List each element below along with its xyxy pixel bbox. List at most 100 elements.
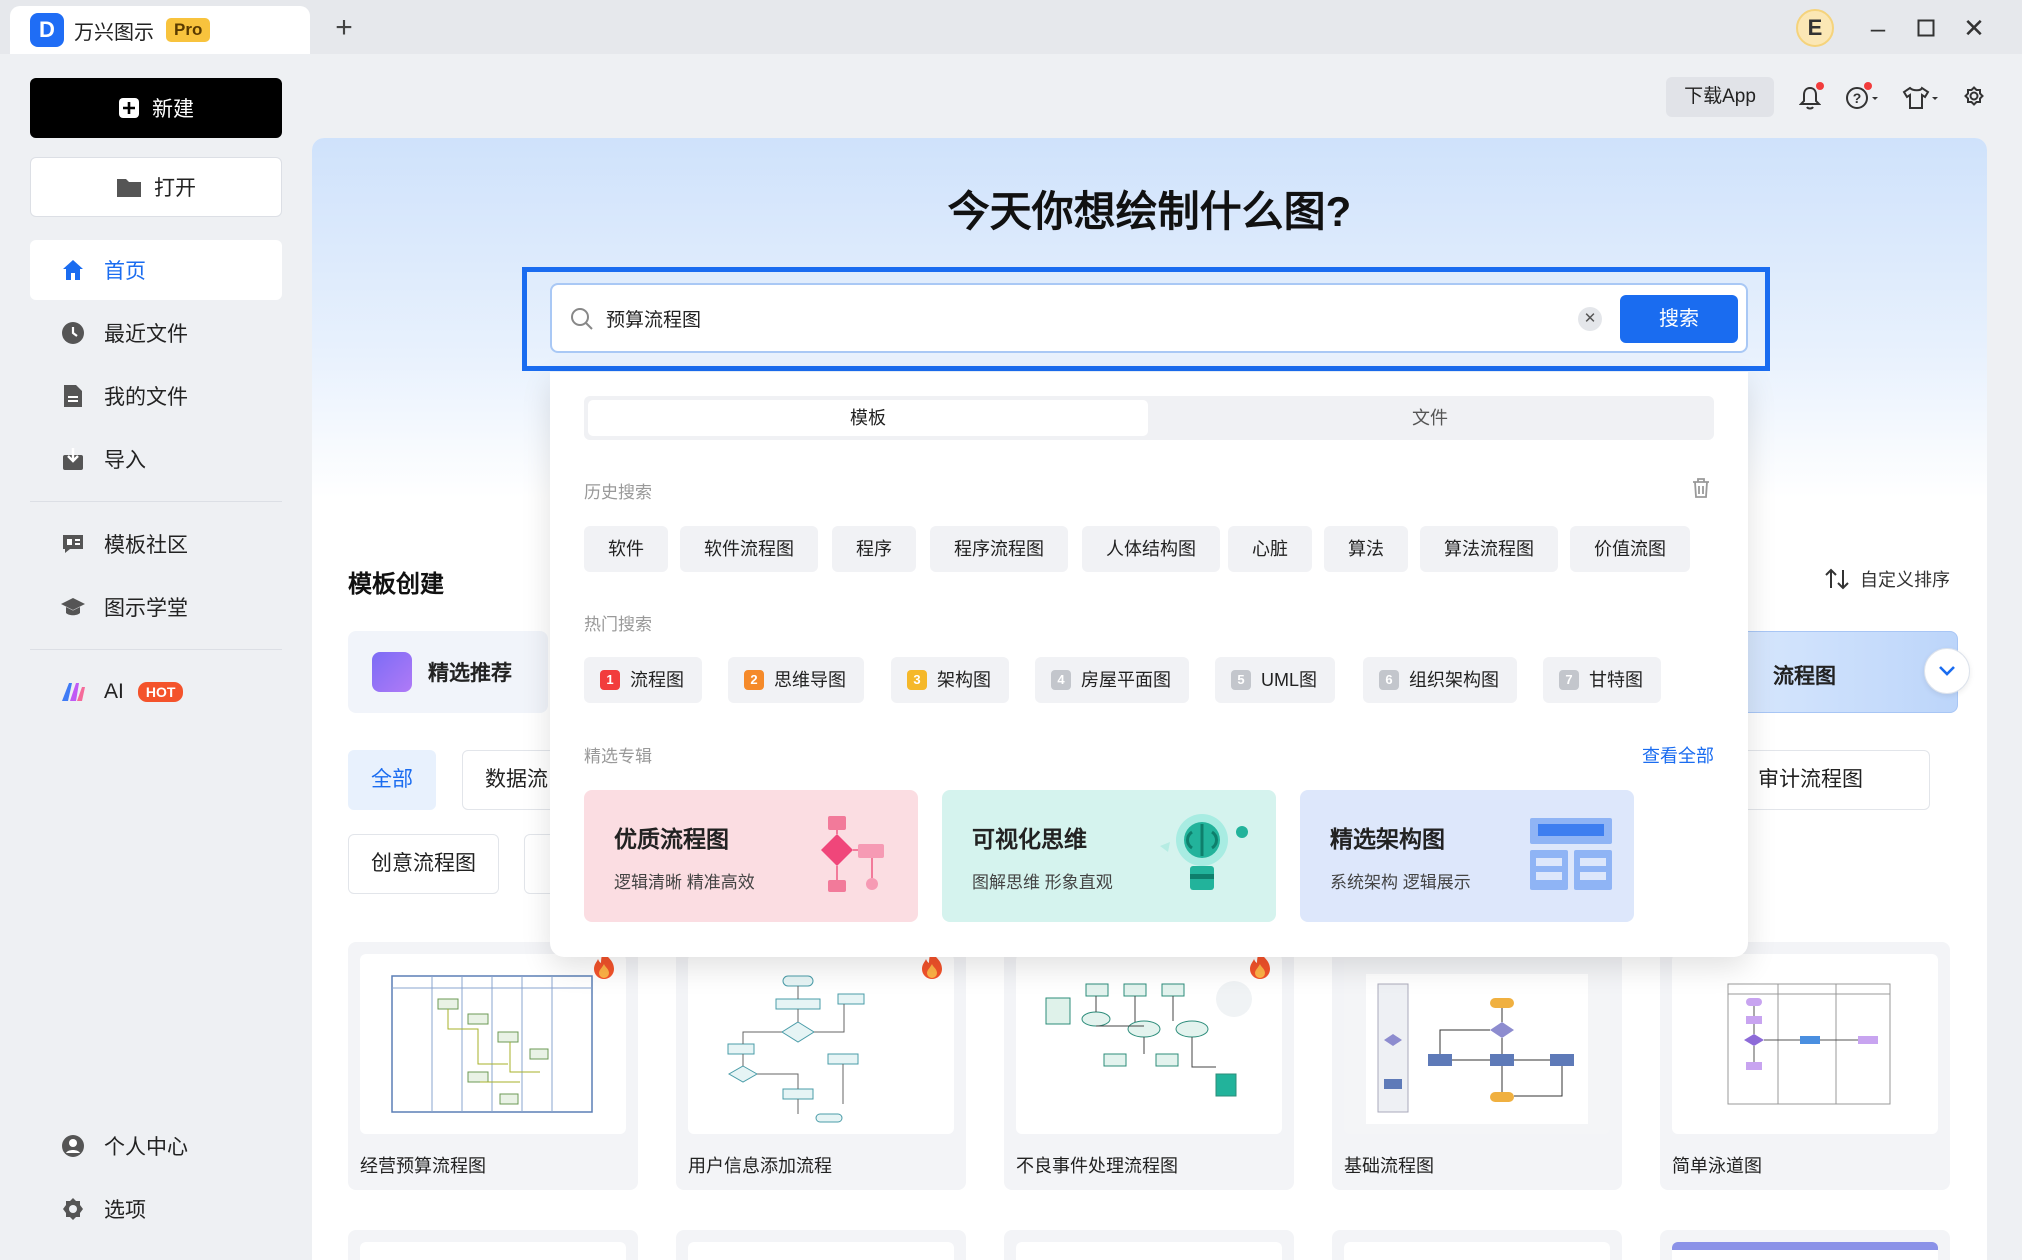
- sidebar-item-my-files[interactable]: 我的文件: [30, 366, 282, 426]
- featured-recommend-card[interactable]: 精选推荐: [348, 631, 548, 713]
- gear-icon: [60, 1196, 86, 1222]
- sidebar-divider: [30, 649, 282, 650]
- search-icon: [571, 308, 593, 330]
- sidebar-item-label: 最近文件: [104, 323, 188, 346]
- new-button-label: 新建: [152, 98, 194, 121]
- template-thumbnail: [1672, 954, 1938, 1134]
- hot-search-chip[interactable]: 5 UML图: [1215, 657, 1336, 703]
- close-button[interactable]: ✕: [1954, 10, 1994, 46]
- expand-categories-button[interactable]: [1924, 648, 1970, 694]
- template-card[interactable]: 用户信息添加流程: [676, 942, 966, 1190]
- tab-files[interactable]: 文件: [1150, 400, 1710, 436]
- minimize-button[interactable]: –: [1858, 10, 1898, 46]
- sidebar-item-label: 我的文件: [104, 386, 188, 409]
- hot-search-label-text: 思维导图: [774, 670, 846, 690]
- sidebar-item-academy[interactable]: 图示学堂: [30, 577, 282, 637]
- history-chip[interactable]: 程序流程图: [930, 526, 1068, 572]
- album-card-architecture[interactable]: 精选架构图 系统架构 逻辑展示: [1300, 790, 1634, 922]
- hot-search-chip[interactable]: 1 流程图: [584, 657, 702, 703]
- template-card[interactable]: 简单泳道图: [1660, 942, 1950, 1190]
- filter-chip-audit[interactable]: 审计流程图: [1722, 750, 1930, 810]
- help-button[interactable]: ?: [1840, 80, 1886, 116]
- maximize-button[interactable]: [1906, 10, 1946, 46]
- template-thumbnail: [360, 954, 626, 1134]
- pro-badge: Pro: [166, 18, 211, 42]
- sidebar-item-ai[interactable]: AI HOT: [30, 662, 282, 722]
- album-subtitle: 逻辑清晰 精准高效: [614, 873, 755, 892]
- template-name: 经营预算流程图: [360, 1156, 486, 1176]
- avatar[interactable]: E: [1796, 9, 1834, 47]
- skin-button[interactable]: [1898, 80, 1944, 116]
- clock-icon: [60, 320, 86, 346]
- sidebar-item-home[interactable]: 首页: [30, 240, 282, 300]
- history-chip[interactable]: 软件流程图: [680, 526, 818, 572]
- history-chip[interactable]: 人体结构图: [1082, 526, 1220, 572]
- app-tab[interactable]: D 万兴图示 Pro: [10, 6, 310, 54]
- template-thumbnail: [1344, 954, 1610, 1134]
- template-card[interactable]: 不良事件处理流程图: [1004, 942, 1294, 1190]
- sidebar-item-import[interactable]: 导入: [30, 429, 282, 489]
- history-chip[interactable]: 价值流图: [1570, 526, 1690, 572]
- template-card[interactable]: 经营预算流程图: [348, 942, 638, 1190]
- album-card-flowchart[interactable]: 优质流程图 逻辑清晰 精准高效: [584, 790, 918, 922]
- template-card[interactable]: [1004, 1230, 1294, 1260]
- hot-search-chip[interactable]: 6 组织架构图: [1363, 657, 1517, 703]
- download-app-button[interactable]: 下载App: [1666, 77, 1774, 117]
- template-thumbnail: [688, 954, 954, 1134]
- template-card[interactable]: [1660, 1230, 1950, 1260]
- shirt-icon: [1902, 86, 1938, 109]
- template-card[interactable]: [1332, 1230, 1622, 1260]
- template-card[interactable]: [676, 1230, 966, 1260]
- open-button[interactable]: 打开: [30, 157, 282, 217]
- hot-badge: HOT: [137, 682, 184, 702]
- sidebar-item-label: 导入: [104, 449, 146, 472]
- hot-search-chip[interactable]: 4 房屋平面图: [1035, 657, 1189, 703]
- folder-icon: [117, 179, 141, 197]
- clear-search-button[interactable]: ✕: [1578, 307, 1602, 331]
- sidebar-item-template-community[interactable]: 模板社区: [30, 514, 282, 574]
- sidebar-item-label: 个人中心: [104, 1136, 188, 1159]
- history-chip[interactable]: 程序: [832, 526, 916, 572]
- history-chip[interactable]: 软件: [584, 526, 668, 572]
- trash-icon[interactable]: [1690, 477, 1712, 499]
- hot-search-chip[interactable]: 7 甘特图: [1543, 657, 1661, 703]
- help-dot: [1864, 82, 1872, 90]
- template-card[interactable]: [348, 1230, 638, 1260]
- rank-badge: 6: [1379, 670, 1399, 690]
- notification-dot: [1816, 82, 1824, 90]
- album-card-mindmap[interactable]: 可视化思维 图解思维 形象直观: [942, 790, 1276, 922]
- search-input[interactable]: [606, 285, 1586, 351]
- hot-search-label-text: 架构图: [937, 670, 991, 690]
- search-dropdown: 模板 文件 历史搜索 软件 软件流程图 程序 程序流程图 人体结构图 心脏 算法…: [550, 372, 1748, 957]
- history-chip[interactable]: 心脏: [1228, 526, 1312, 572]
- template-card[interactable]: 基础流程图: [1332, 942, 1622, 1190]
- sidebar-divider: [30, 501, 282, 502]
- sidebar-item-options[interactable]: 选项: [30, 1179, 282, 1239]
- search-button[interactable]: 搜索: [1620, 295, 1738, 343]
- sidebar-item-profile[interactable]: 个人中心: [30, 1116, 282, 1176]
- history-chip[interactable]: 算法: [1324, 526, 1408, 572]
- notification-button[interactable]: [1792, 80, 1828, 116]
- template-name: 用户信息添加流程: [688, 1156, 832, 1176]
- section-title: 模板创建: [348, 571, 444, 598]
- app-name: 万兴图示: [74, 21, 154, 44]
- filter-chip-all[interactable]: 全部: [348, 750, 436, 810]
- view-all-link[interactable]: 查看全部: [1642, 742, 1714, 768]
- sidebar-item-label: 图示学堂: [104, 597, 188, 620]
- filter-chip-creative[interactable]: 创意流程图: [348, 834, 499, 894]
- settings-button[interactable]: [1956, 80, 1992, 116]
- new-button[interactable]: 新建: [30, 78, 282, 138]
- template-thumbnail: [1016, 954, 1282, 1134]
- svg-text:?: ?: [1853, 90, 1862, 106]
- hot-search-chip[interactable]: 3 架构图: [891, 657, 1009, 703]
- sidebar-item-label: 首页: [104, 260, 146, 283]
- new-tab-button[interactable]: +: [326, 10, 362, 46]
- history-chip[interactable]: 算法流程图: [1420, 526, 1558, 572]
- tab-templates[interactable]: 模板: [588, 400, 1148, 436]
- category-card-flowchart[interactable]: 流程图: [1722, 631, 1958, 713]
- template-name: 基础流程图: [1344, 1156, 1434, 1176]
- hot-search-chip[interactable]: 2 思维导图: [728, 657, 864, 703]
- album-title: 可视化思维: [972, 826, 1087, 852]
- custom-sort-button[interactable]: 自定义排序: [1824, 566, 1950, 592]
- sidebar-item-recent[interactable]: 最近文件: [30, 303, 282, 363]
